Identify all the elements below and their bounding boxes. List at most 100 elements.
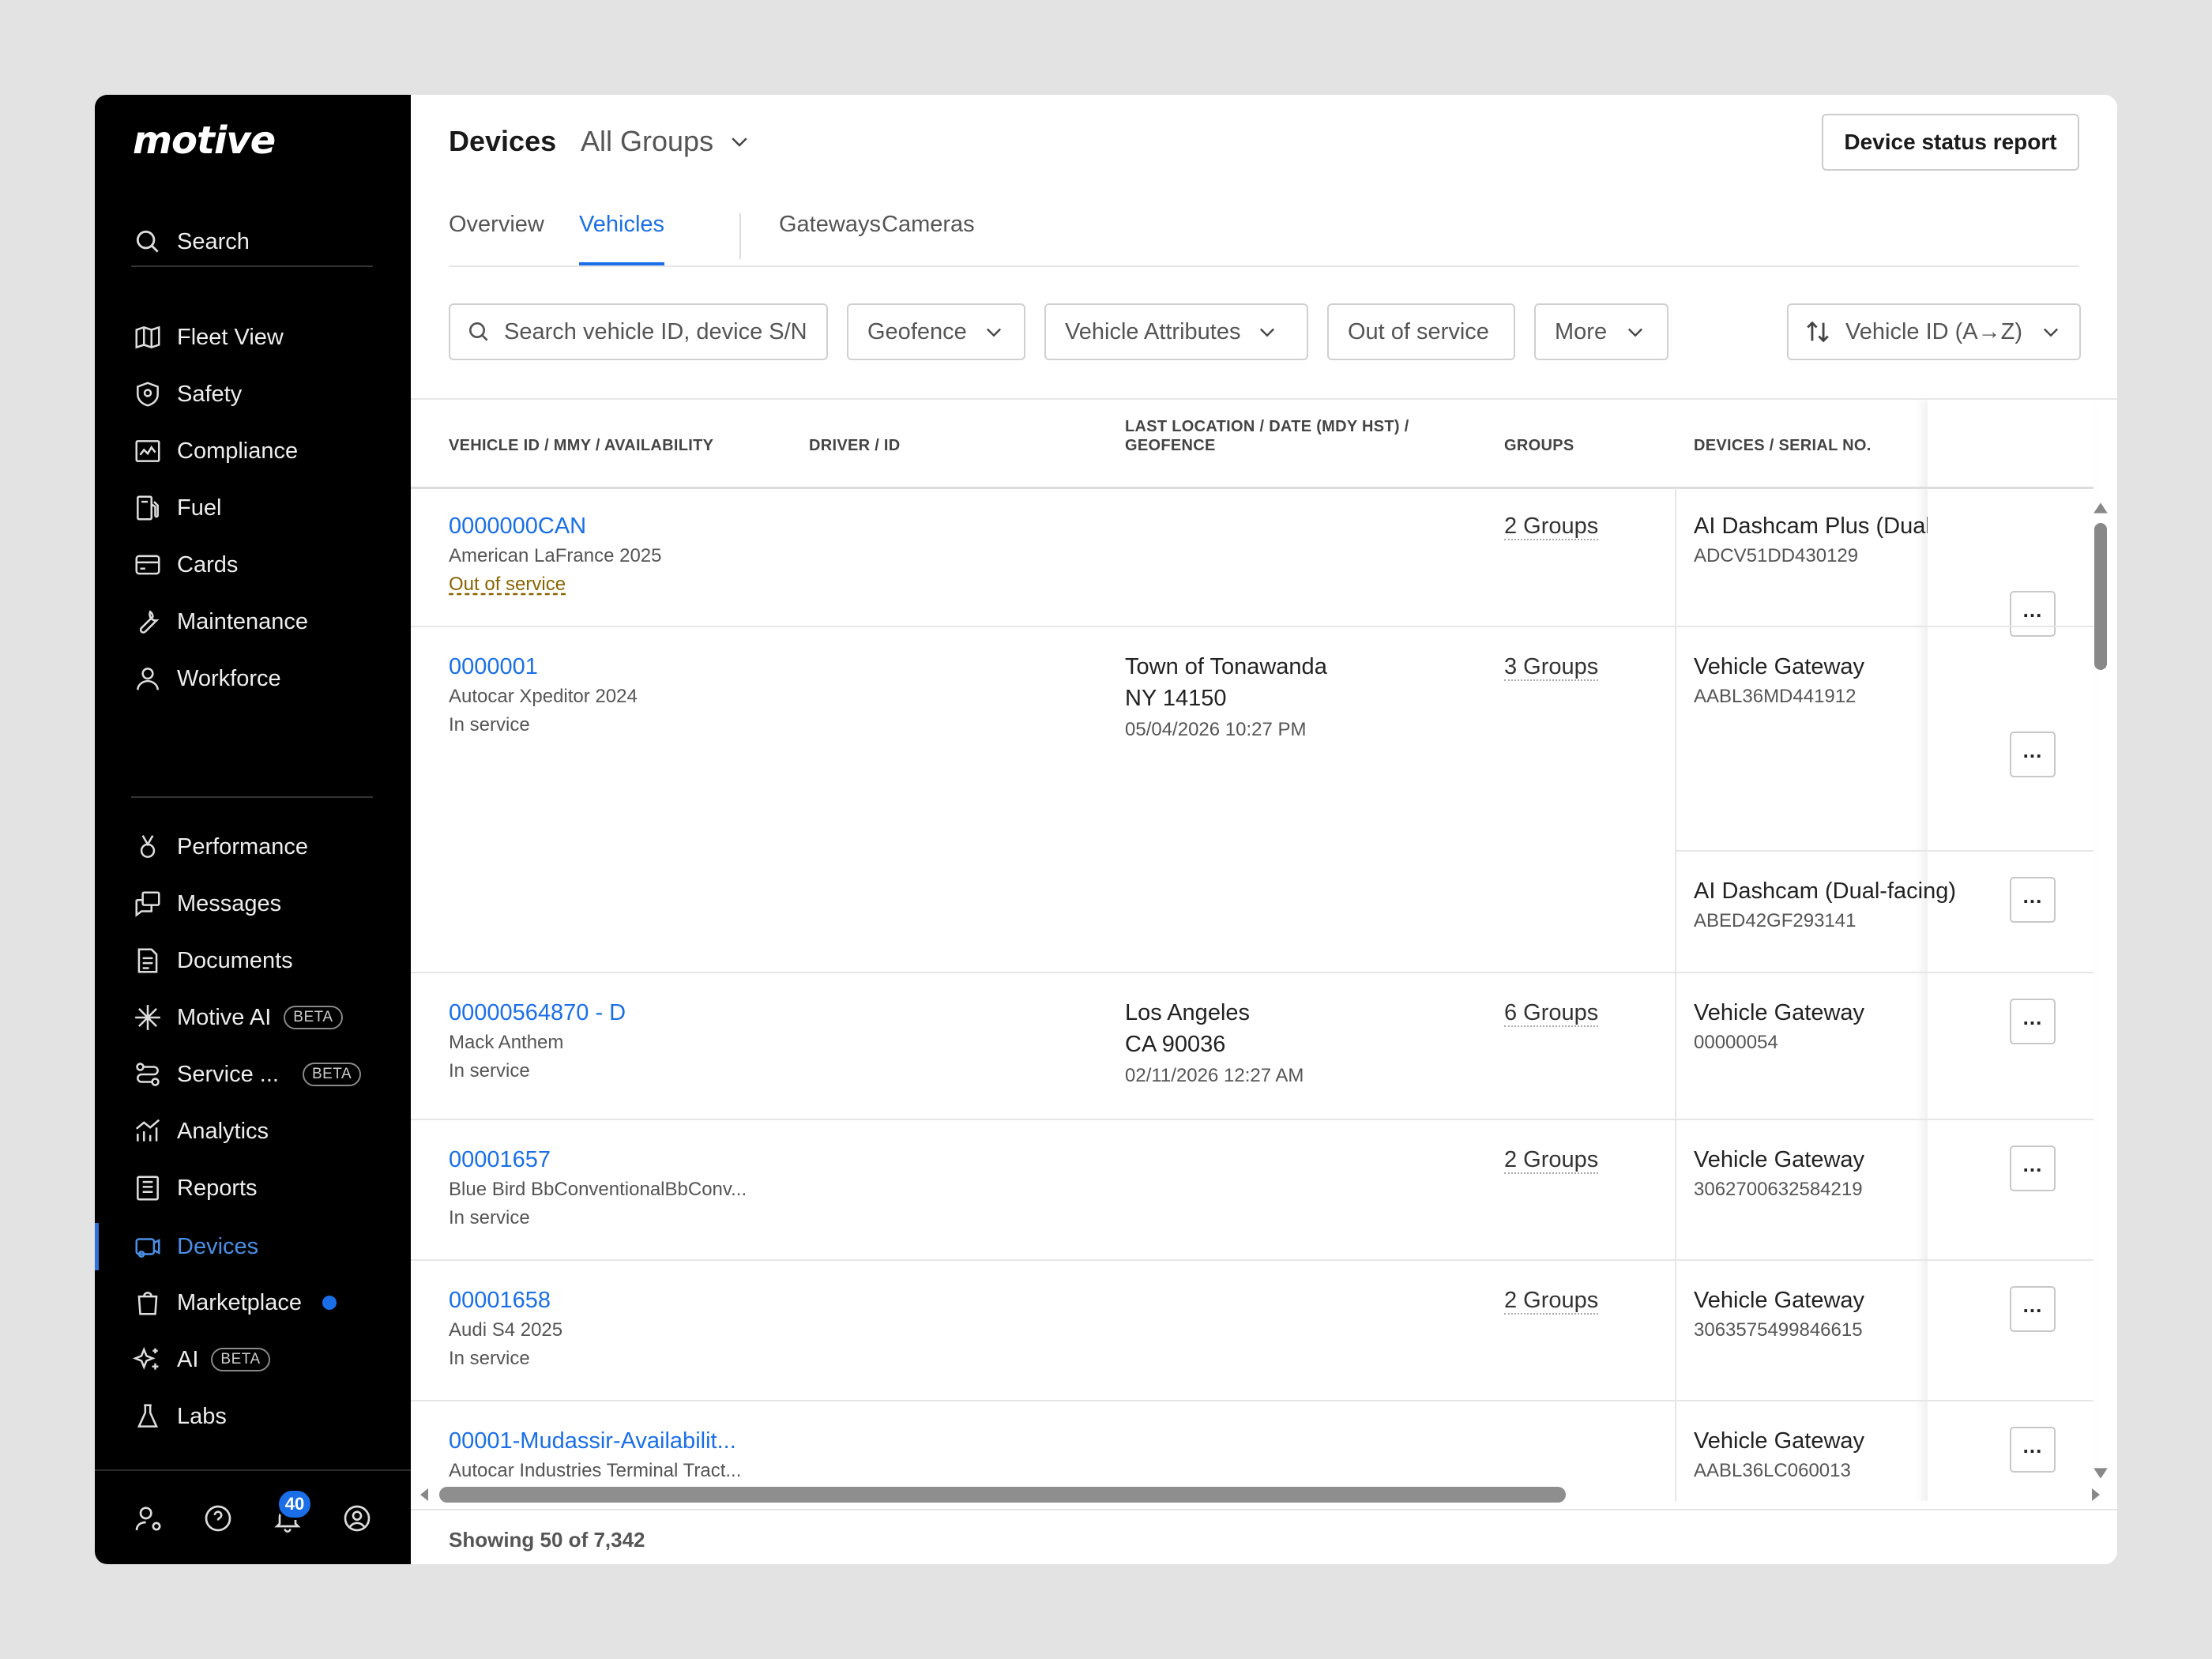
- groups-count[interactable]: 3 Groups: [1504, 654, 1599, 681]
- availability-status: In service: [449, 714, 530, 735]
- groups-count[interactable]: 2 Groups: [1504, 1288, 1599, 1315]
- sidebar-item-label: Labs: [177, 1403, 227, 1429]
- more-filters-label: More: [1555, 318, 1608, 344]
- vehicles-table: VEHICLE ID / MMY / AVAILABILITY DRIVER /…: [411, 398, 2117, 1501]
- sort-selector[interactable]: Vehicle ID (A→Z): [1787, 303, 2081, 360]
- user-settings-icon[interactable]: [133, 1503, 164, 1534]
- sidebar-item-workforce[interactable]: Workforce: [133, 655, 401, 702]
- device-status-report-button[interactable]: Device status report: [1822, 114, 2079, 171]
- vehicle-id-link[interactable]: 00001-Mudassir-Availabilit...: [449, 1428, 736, 1454]
- row-more-button[interactable]: ...: [2010, 1286, 2056, 1332]
- vehicle-id-link[interactable]: 00001657: [449, 1147, 551, 1173]
- vehicle-id-link[interactable]: 00001658: [449, 1288, 551, 1314]
- more-icon: ...: [2022, 1293, 2043, 1317]
- row-more-button[interactable]: ...: [2010, 1146, 2056, 1191]
- groups-count[interactable]: 6 Groups: [1504, 1000, 1599, 1027]
- sidebar-item-marketplace[interactable]: Marketplace: [133, 1279, 401, 1326]
- sidebar-item-compliance[interactable]: Compliance: [133, 427, 401, 475]
- sidebar-item-devices[interactable]: Devices: [133, 1223, 401, 1270]
- row-divider: [411, 1119, 2094, 1120]
- fuel-icon: [137, 495, 159, 521]
- sidebar-item-documents[interactable]: Documents: [133, 937, 401, 984]
- sidebar-item-safety[interactable]: Safety: [133, 371, 401, 418]
- sort-icon: [1807, 321, 1829, 343]
- availability-status[interactable]: Out of service: [449, 574, 566, 596]
- notification-dot: [322, 1296, 337, 1310]
- vehicle-id-link[interactable]: 0000000CAN: [449, 514, 586, 540]
- location-state-zip: NY 14150: [1125, 686, 1227, 711]
- tab-overview[interactable]: Overview: [449, 212, 544, 265]
- availability-status: In service: [449, 1348, 530, 1369]
- vehicle-id-link[interactable]: 0000001: [449, 654, 538, 680]
- geofence-filter-label: Geofence: [867, 318, 967, 344]
- scroll-left-icon[interactable]: [417, 1487, 433, 1503]
- sidebar-item-reports[interactable]: Reports: [133, 1164, 401, 1212]
- beta-badge: BETA: [302, 1063, 362, 1086]
- devices-icon: [135, 1238, 160, 1258]
- device-serial: AABL36MD441912: [1694, 686, 1856, 707]
- reports-icon: [137, 1176, 159, 1201]
- sidebar-item-label: Reports: [177, 1175, 258, 1201]
- more-filters[interactable]: More: [1534, 303, 1668, 360]
- row-more-button[interactable]: ...: [2010, 732, 2056, 777]
- more-icon: ...: [2022, 739, 2043, 762]
- vehicle-mmy: Autocar Xpeditor 2024: [449, 686, 638, 707]
- search-input[interactable]: Search vehicle ID, device S/N: [449, 303, 828, 360]
- sidebar-item-fleet-view[interactable]: Fleet View: [133, 314, 401, 361]
- out-of-service-filter[interactable]: Out of service: [1327, 303, 1515, 360]
- more-icon: ...: [2022, 598, 2043, 622]
- device-name: Vehicle Gateway: [1694, 1000, 1865, 1025]
- route-icon: [136, 1063, 160, 1086]
- more-icon: ...: [2022, 884, 2043, 908]
- account-icon[interactable]: [341, 1503, 373, 1534]
- sidebar-item-label: Documents: [177, 947, 293, 973]
- group-selector[interactable]: All Groups: [581, 125, 751, 158]
- sidebar-footer: [95, 1469, 411, 1564]
- sidebar-item-analytics[interactable]: Analytics: [133, 1108, 401, 1155]
- vehicle-id-link[interactable]: 00000564870 - D: [449, 1000, 626, 1026]
- analytics-icon: [135, 1119, 160, 1142]
- groups-count[interactable]: 2 Groups: [1504, 514, 1599, 540]
- motive-logo[interactable]: motive: [133, 118, 276, 163]
- sidebar-item-messages[interactable]: Messages: [133, 880, 401, 927]
- column-header-devices[interactable]: DEVICES / SERIAL NO.: [1694, 436, 1872, 455]
- tab-vehicles[interactable]: Vehicles: [579, 212, 665, 265]
- vertical-scroll-thumb[interactable]: [2094, 523, 2107, 670]
- beta-badge: BETA: [211, 1348, 270, 1371]
- sidebar-item-cards[interactable]: Cards: [133, 541, 401, 589]
- groups-count[interactable]: 2 Groups: [1504, 1147, 1599, 1174]
- geofence-filter[interactable]: Geofence: [847, 303, 1025, 360]
- sidebar-item-service[interactable]: Service ... BETA: [133, 1051, 401, 1098]
- column-header-location[interactable]: LAST LOCATION / DATE (MDY HST) / GEOFENC…: [1125, 417, 1409, 455]
- column-header-groups[interactable]: GROUPS: [1504, 436, 1574, 455]
- page-title: Devices: [449, 125, 557, 157]
- column-header-location-line2: GEOFENCE: [1125, 437, 1216, 454]
- sidebar-item-performance[interactable]: Performance: [133, 823, 401, 871]
- sidebar-item-maintenance[interactable]: Maintenance: [133, 598, 401, 645]
- column-header-vehicle[interactable]: VEHICLE ID / MMY / AVAILABILITY: [449, 436, 713, 455]
- scroll-right-icon[interactable]: [2087, 1487, 2103, 1503]
- sidebar-item-label: AI: [177, 1346, 199, 1372]
- sidebar-item-labs[interactable]: Labs: [133, 1393, 401, 1440]
- vehicle-attributes-filter[interactable]: Vehicle Attributes: [1044, 303, 1308, 360]
- sidebar-item-ai[interactable]: AI BETA: [133, 1336, 401, 1383]
- device-name: Vehicle Gateway: [1694, 1428, 1865, 1454]
- device-serial: 3063575499846615: [1694, 1319, 1863, 1341]
- horizontal-scroll-thumb[interactable]: [439, 1487, 1566, 1503]
- row-more-button[interactable]: ...: [2010, 999, 2056, 1044]
- sidebar-item-motive-ai[interactable]: Motive AI BETA: [133, 994, 401, 1041]
- sidebar-item-fuel[interactable]: Fuel: [133, 484, 401, 532]
- column-header-driver[interactable]: DRIVER / ID: [809, 436, 901, 455]
- device-serial: 00000054: [1694, 1032, 1778, 1053]
- help-icon[interactable]: [202, 1503, 234, 1534]
- availability-status: In service: [449, 1207, 530, 1228]
- tab-gateways[interactable]: Gateways: [779, 212, 881, 265]
- row-more-button[interactable]: ...: [2010, 877, 2056, 923]
- sidebar-search[interactable]: Search: [133, 218, 401, 265]
- scroll-down-icon[interactable]: [2092, 1466, 2109, 1480]
- row-more-button[interactable]: ...: [2010, 591, 2056, 637]
- tab-cameras[interactable]: Cameras: [882, 212, 975, 265]
- row-more-button[interactable]: ...: [2010, 1427, 2056, 1473]
- sidebar-item-label: Safety: [177, 381, 243, 407]
- scroll-up-icon[interactable]: [2092, 501, 2109, 515]
